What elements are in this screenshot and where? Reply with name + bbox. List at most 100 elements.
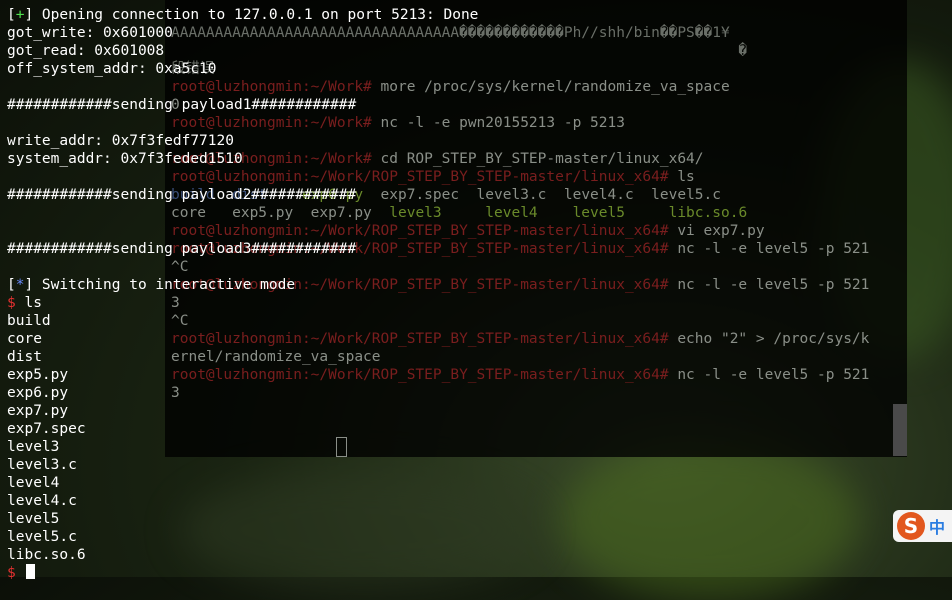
terminal-text: level3 (7, 439, 60, 455)
terminal-text: exp6.py (7, 385, 69, 401)
terminal-text: AAAAAAAAAAAAAAAAAAAAAAAAAAAAAAAAA�������… (171, 25, 730, 41)
terminal-text: dist (7, 349, 42, 365)
terminal-text: level4.c (7, 493, 77, 509)
terminal-line: exp6.py (7, 384, 68, 402)
terminal-text: cd ROP_STEP_BY_STEP-master/linux_x64/ (380, 151, 704, 167)
terminal-line: $ ls (7, 294, 42, 312)
terminal-line: exp7.spec (7, 420, 86, 438)
terminal-text: exp5.py (7, 367, 69, 383)
terminal-line: exp7.py (7, 402, 68, 420)
terminal-line: root@luzhongmin:~/Work/ROP_STEP_BY_STEP-… (171, 222, 765, 240)
terminal-line: core exp5.py exp7.py level3 level4 level… (171, 204, 747, 222)
terminal-text: build (7, 313, 51, 329)
terminal-text: � (171, 43, 748, 59)
terminal-text: core exp5.py exp7.py (171, 205, 390, 221)
terminal-text: more /proc/sys/kernel/randomize_va_space (380, 79, 730, 95)
terminal-line: level5.c (7, 528, 77, 546)
terminal-text: libc.so.6 (7, 547, 86, 563)
terminal-line: libc.so.6 (7, 546, 86, 564)
terminal-text: ^C (171, 259, 189, 275)
terminal-line: root@luzhongmin:~/Work/ROP_STEP_BY_STEP-… (171, 168, 695, 186)
terminal-text: nc -l -e pwn20155213 -p 5213 (380, 115, 625, 131)
terminal-text: system_addr: 0x7f3feded1510 (7, 151, 243, 167)
terminal-line: got_write: 0x601000 (7, 24, 173, 42)
terminal-text: ls (677, 169, 695, 185)
terminal-line: level3.c (7, 456, 77, 474)
terminal-line: system_addr: 0x7f3feded1510 (7, 150, 243, 168)
terminal-line: root@luzhongmin:~/Work# more /proc/sys/k… (171, 78, 730, 96)
terminal-text: root@luzhongmin:~/Work# (171, 115, 381, 131)
terminal-line: root@luzhongmin:~/Work# cd ROP_STEP_BY_S… (171, 150, 704, 168)
terminal-line: root@luzhongmin:~/Work# nc -l -e pwn2015… (171, 114, 625, 132)
input-method-badge[interactable]: S 中 (893, 510, 952, 542)
terminal-text: exp7.spec (7, 421, 86, 437)
shell-prompt-line[interactable]: $ (7, 564, 36, 582)
terminal-text: ############sending payload3############ (7, 241, 357, 257)
terminal-text: ernel/randomize_va_space (171, 349, 381, 365)
terminal-line: level3 (7, 438, 59, 456)
terminal-text: 3 (171, 385, 180, 401)
terminal-line: level5 (7, 510, 59, 528)
terminal-text: got_write: 0x601000 (7, 25, 173, 41)
terminal-text: vi exp7.py (677, 223, 765, 239)
background-terminal-window[interactable]: AAAAAAAAAAAAAAAAAAAAAAAAAAAAAAAAA�������… (165, 0, 907, 457)
wallpaper-foliage (560, 440, 860, 600)
sogou-logo-icon: S (897, 512, 925, 540)
terminal-text: ls (24, 295, 42, 311)
terminal-text: ^C (171, 313, 189, 329)
terminal-text: root@luzhongmin:~/Work/ROP_STEP_BY_STEP-… (171, 223, 678, 239)
terminal-text: [ (7, 277, 16, 293)
terminal-line: [+] Opening connection to 127.0.0.1 on p… (7, 6, 478, 24)
terminal-text: core (7, 331, 42, 347)
terminal-text: root@luzhongmin:~/Work/ROP_STEP_BY_STEP-… (171, 169, 678, 185)
terminal-line: [*] Switching to interactive mode (7, 276, 295, 294)
terminal-line: ^C (171, 258, 188, 276)
terminal-text: root@luzhongmin:~/Work# (171, 79, 381, 95)
terminal-line: ernel/randomize_va_space (171, 348, 381, 366)
terminal-text: 3 (171, 295, 180, 311)
wallpaper-foliage (180, 470, 540, 590)
terminal-text: off_system_addr: 0xa5c10 (7, 61, 217, 77)
terminal-text: ############sending payload1############ (7, 97, 357, 113)
terminal-text: level4 (7, 475, 60, 491)
terminal-line: ############sending payload2############ (7, 186, 356, 204)
terminal-text: ############sending payload2############ (7, 187, 357, 203)
terminal-text: ] Switching to interactive mode (24, 277, 296, 293)
terminal-text: echo "2" > /proc/sys/k (677, 331, 870, 347)
terminal-line: 3 (171, 294, 180, 312)
terminal-line: ############sending payload3############ (7, 240, 356, 258)
terminal-line: off_system_addr: 0xa5c10 (7, 60, 217, 78)
terminal-line: root@luzhongmin:~/Work/ROP_STEP_BY_STEP-… (171, 366, 869, 384)
terminal-text: exp7.spec level3.c level4.c level5.c (380, 187, 721, 203)
terminal-cursor (336, 437, 347, 457)
terminal-line: level4.c (7, 492, 77, 510)
terminal-text: exp7.py (7, 403, 69, 419)
terminal-line: write_addr: 0x7f3fedf77120 (7, 132, 234, 150)
terminal-line: 3 (171, 384, 180, 402)
terminal-text: nc -l -e level5 -p 521 (677, 241, 870, 257)
terminal-text: nc -l -e level5 -p 521 (677, 367, 870, 383)
ime-mode-label: 中 (929, 518, 946, 537)
terminal-text: level5.c (7, 529, 77, 545)
terminal-text: level3.c (7, 457, 77, 473)
terminal-line: ############sending payload1############ (7, 96, 356, 114)
terminal-line: exp5.py (7, 366, 68, 384)
terminal-line: build (7, 312, 51, 330)
terminal-text: level5 (7, 511, 60, 527)
terminal-line: AAAAAAAAAAAAAAAAAAAAAAAAAAAAAAAAA�������… (171, 24, 730, 42)
terminal-line: level4 (7, 474, 59, 492)
terminal-text: root@luzhongmin:~/Work/ROP_STEP_BY_STEP-… (171, 367, 678, 383)
shell-prompt: $ (7, 565, 25, 581)
terminal-line: � (171, 42, 747, 60)
scrollbar-thumb[interactable] (893, 404, 907, 456)
terminal-text: level3 level4 level5 libc.so.6 (389, 205, 748, 221)
terminal-text: ] Opening connection to 127.0.0.1 on por… (24, 7, 479, 23)
terminal-line: core (7, 330, 42, 348)
terminal-line: root@luzhongmin:~/Work/ROP_STEP_BY_STEP-… (171, 330, 869, 348)
terminal-line: ^C (171, 312, 188, 330)
terminal-text: $ (7, 295, 25, 311)
terminal-text: [ (7, 7, 16, 23)
terminal-text: root@luzhongmin:~/Work/ROP_STEP_BY_STEP-… (171, 331, 678, 347)
terminal-text: write_addr: 0x7f3fedf77120 (7, 133, 234, 149)
terminal-text: nc -l -e level5 -p 521 (677, 277, 870, 293)
